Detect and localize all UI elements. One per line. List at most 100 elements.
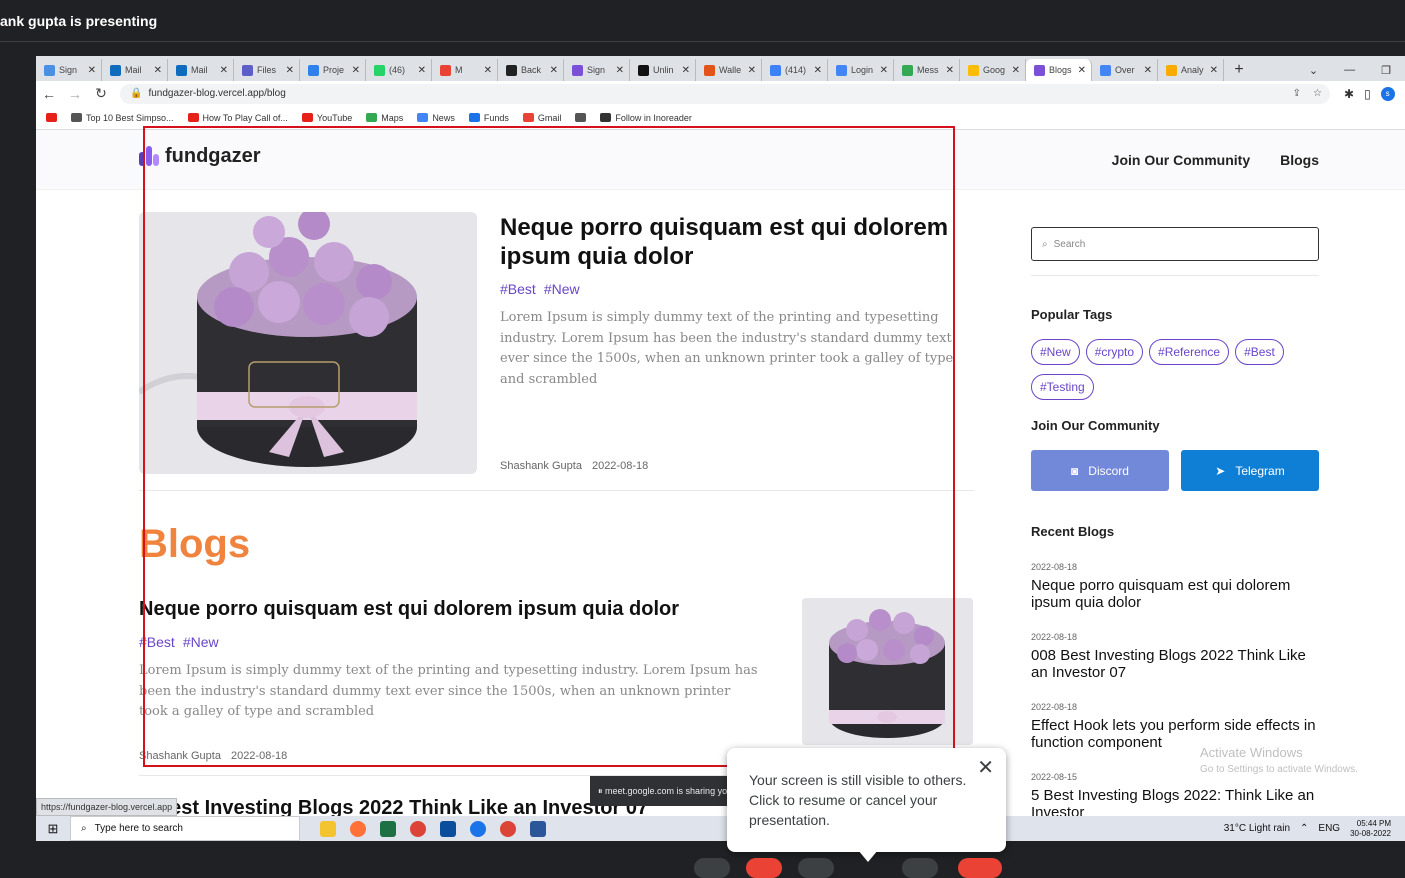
browser-tab[interactable]: Blogs ✕ — [1026, 59, 1092, 81]
telegram-button[interactable]: ➤ Telegram — [1181, 450, 1319, 491]
screen-sharing-bar[interactable]: ⏸ meet.google.com is sharing yo — [590, 776, 750, 806]
tab-close-icon[interactable]: ✕ — [880, 65, 888, 76]
meet-control-button[interactable] — [746, 858, 782, 878]
windows-start-icon[interactable]: ⊞ — [36, 821, 70, 837]
tag-link[interactable]: #Best — [500, 281, 536, 297]
tab-close-icon[interactable]: ✕ — [220, 65, 228, 76]
tab-close-icon[interactable]: ✕ — [286, 65, 294, 76]
lang-indicator[interactable]: ENG — [1318, 823, 1340, 834]
browser-tab[interactable]: Mess ✕ — [894, 59, 960, 81]
recent-blog-item[interactable]: 2022-08-15 5 Best Investing Blogs 2022: … — [1031, 772, 1319, 821]
tab-search-icon[interactable]: ⌄ — [1309, 64, 1318, 77]
bookmark-item[interactable]: Maps — [366, 113, 403, 123]
restore-icon[interactable]: ❐ — [1381, 64, 1391, 77]
forward-icon[interactable]: → — [62, 86, 88, 102]
meet-control-button[interactable] — [902, 858, 938, 878]
browser-tab[interactable]: Back ✕ — [498, 59, 564, 81]
discord-button[interactable]: ◙ Discord — [1031, 450, 1169, 491]
meet-control-button[interactable] — [694, 858, 730, 878]
meet-control-button[interactable] — [798, 858, 834, 878]
browser-tab[interactable]: Walle ✕ — [696, 59, 762, 81]
tag-chip[interactable]: #crypto — [1085, 339, 1144, 365]
file-explorer-icon[interactable] — [320, 820, 336, 837]
browser-tab[interactable]: Files ✕ — [234, 59, 300, 81]
nav-blogs-link[interactable]: Blogs — [1280, 152, 1319, 168]
bookmark-item[interactable]: YouTube — [301, 113, 352, 123]
tag-chip[interactable]: #New — [1031, 339, 1080, 365]
recent-blog-item[interactable]: 2022-08-18 008 Best Investing Blogs 2022… — [1031, 632, 1319, 681]
tab-close-icon[interactable]: ✕ — [814, 65, 822, 76]
bookmark-item[interactable]: Funds — [468, 113, 509, 123]
bookmark-item[interactable]: Gmail — [522, 113, 561, 123]
tab-close-icon[interactable]: ✕ — [550, 65, 558, 76]
url-input[interactable]: 🔒 fundgazer-blog.vercel.app/blog ⇪ ☆ — [120, 83, 1330, 104]
tab-close-icon[interactable]: ✕ — [88, 65, 96, 76]
recent-blog-title[interactable]: 008 Best Investing Blogs 2022 Think Like… — [1031, 647, 1319, 681]
browser-tab[interactable]: Over ✕ — [1092, 59, 1158, 81]
minimize-icon[interactable]: — — [1344, 64, 1355, 76]
side-panel-icon[interactable]: ▯ — [1364, 87, 1371, 101]
bookmark-star-icon[interactable]: ☆ — [1313, 88, 1322, 99]
post-thumbnail[interactable] — [802, 598, 973, 745]
recent-blog-title[interactable]: Neque porro quisquam est qui dolorem ips… — [1031, 577, 1319, 611]
tab-close-icon[interactable]: ✕ — [1012, 65, 1020, 76]
profile-avatar[interactable]: s — [1380, 86, 1395, 101]
tag-link[interactable]: #New — [183, 634, 219, 650]
browser-tab[interactable]: Unlin ✕ — [630, 59, 696, 81]
new-tab-button[interactable]: + — [1224, 59, 1254, 81]
bookmark-item[interactable] — [46, 113, 57, 122]
word-icon[interactable] — [530, 820, 546, 837]
featured-post-image[interactable] — [139, 212, 477, 474]
tag-chip[interactable]: #Best — [1235, 339, 1284, 365]
tab-close-icon[interactable]: ✕ — [682, 65, 690, 76]
weather-text[interactable]: 31°C Light rain — [1224, 823, 1290, 834]
browser-tab[interactable]: (414) ✕ — [762, 59, 828, 81]
tag-chip[interactable]: #Reference — [1149, 339, 1230, 365]
excel-icon[interactable] — [380, 820, 396, 837]
browser-tab[interactable]: Login ✕ — [828, 59, 894, 81]
featured-post-title[interactable]: Neque porro quisquam est qui dolorem ips… — [500, 213, 980, 271]
chrome-icon[interactable] — [410, 820, 426, 837]
tab-close-icon[interactable]: ✕ — [1144, 65, 1152, 76]
tab-close-icon[interactable]: ✕ — [418, 65, 426, 76]
browser-tab[interactable]: Goog ✕ — [960, 59, 1026, 81]
chrome-icon[interactable] — [470, 820, 486, 837]
tab-close-icon[interactable]: ✕ — [1078, 65, 1086, 76]
browser-tab[interactable]: Sign ✕ — [564, 59, 630, 81]
browser-tab[interactable]: Mail ✕ — [168, 59, 234, 81]
share-icon[interactable]: ⇪ — [1293, 88, 1301, 99]
reload-icon[interactable]: ↻ — [88, 85, 114, 102]
browser-tab[interactable]: Proje ✕ — [300, 59, 366, 81]
extensions-icon[interactable]: ✱ — [1344, 87, 1354, 101]
bookmark-item[interactable]: News — [417, 113, 455, 123]
security-shield-icon[interactable] — [440, 820, 456, 837]
browser-tab[interactable]: Analy ✕ — [1158, 59, 1224, 81]
close-icon[interactable]: ✕ — [977, 758, 994, 778]
browser-tab[interactable]: Mail ✕ — [102, 59, 168, 81]
leave-call-button[interactable] — [958, 858, 1002, 878]
recent-blog-item[interactable]: 2022-08-18 Effect Hook lets you perform … — [1031, 702, 1319, 751]
browser-tab[interactable]: (46) ✕ — [366, 59, 432, 81]
recent-blog-item[interactable]: 2022-08-18 Neque porro quisquam est qui … — [1031, 562, 1319, 611]
browser-tab[interactable]: Sign ✕ — [36, 59, 102, 81]
taskbar-search-input[interactable]: ⌕ Type here to search — [70, 816, 300, 841]
bookmark-item[interactable]: How To Play Call of... — [187, 113, 288, 123]
tab-close-icon[interactable]: ✕ — [946, 65, 954, 76]
tab-close-icon[interactable]: ✕ — [352, 65, 360, 76]
tag-link[interactable]: #Best — [139, 634, 175, 650]
tab-close-icon[interactable]: ✕ — [616, 65, 624, 76]
tab-close-icon[interactable]: ✕ — [1210, 65, 1218, 76]
tag-link[interactable]: #New — [544, 281, 580, 297]
site-logo[interactable]: fundgazer — [139, 144, 261, 168]
search-input[interactable]: ⌕ Search — [1031, 227, 1319, 261]
bookmark-item[interactable]: Top 10 Best Simpso... — [71, 113, 174, 123]
tab-close-icon[interactable]: ✕ — [748, 65, 756, 76]
clock[interactable]: 05:44 PM 30-08-2022 — [1350, 819, 1391, 839]
browser-tab[interactable]: M ✕ — [432, 59, 498, 81]
firefox-icon[interactable] — [350, 820, 366, 837]
tab-close-icon[interactable]: ✕ — [484, 65, 492, 76]
post-title[interactable]: Neque porro quisquam est qui dolorem ips… — [139, 598, 679, 621]
bookmark-item[interactable] — [575, 113, 587, 122]
tab-close-icon[interactable]: ✕ — [154, 65, 162, 76]
back-icon[interactable]: ← — [36, 86, 62, 102]
